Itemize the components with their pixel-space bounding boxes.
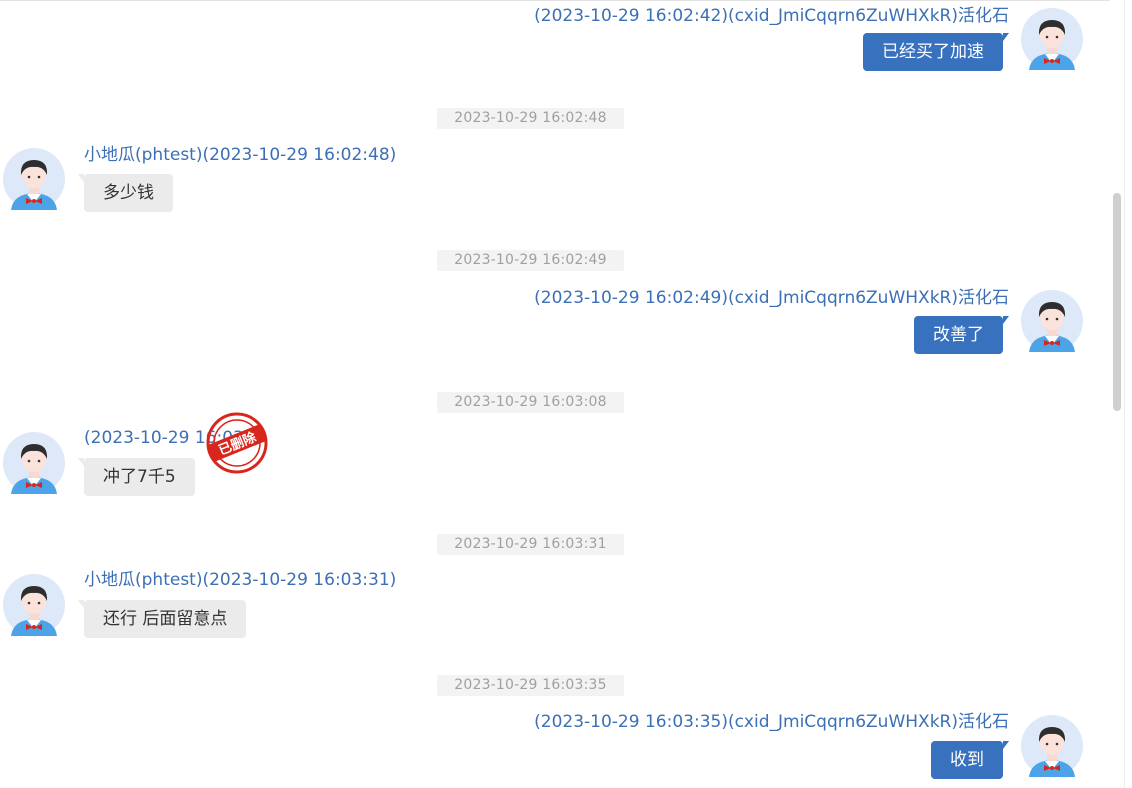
timestamp-divider: 2023-10-29 16:03:35 [437,675,624,696]
top-border [0,0,1132,1]
avatar-icon[interactable] [1021,715,1083,777]
timestamp-divider: 2023-10-29 16:03:08 [437,392,624,413]
deleted-stamp-icon: 已删除 [206,412,268,474]
message-sender: (2023-10-29 16:03:35)(cxid_JmiCqqrn6ZuWH… [534,712,1009,732]
panel-edge [1124,0,1132,788]
avatar-icon[interactable] [3,148,65,210]
message-sender: 小地瓜(phtest)(2023-10-29 16:03:31) [84,570,397,590]
timestamp-divider: 2023-10-29 16:02:49 [437,250,624,271]
message-sender: (2023-10-29 16:02:49)(cxid_JmiCqqrn6ZuWH… [534,288,1009,308]
scrollbar-thumb[interactable] [1113,193,1121,411]
timestamp-divider: 2023-10-29 16:02:48 [437,108,624,129]
avatar-icon[interactable] [1021,8,1083,70]
avatar-icon[interactable] [1021,290,1083,352]
message-sender: 小地瓜(phtest)(2023-10-29 16:02:48) [84,145,397,165]
message-bubble[interactable]: 收到 [931,741,1009,779]
message-bubble[interactable]: 改善了 [914,316,1009,354]
message-bubble[interactable]: 还行 后面留意点 [77,600,247,638]
avatar-icon[interactable] [3,574,65,636]
avatar-icon[interactable] [3,432,65,494]
message-sender: (2023-10-29 16:02:42)(cxid_JmiCqqrn6ZuWH… [534,6,1009,26]
message-bubble[interactable]: 冲了7千5 [78,458,195,496]
timestamp-divider: 2023-10-29 16:03:31 [437,534,624,555]
message-bubble[interactable]: 多少钱 [78,174,173,212]
message-bubble[interactable]: 已经买了加速 [863,33,1009,71]
